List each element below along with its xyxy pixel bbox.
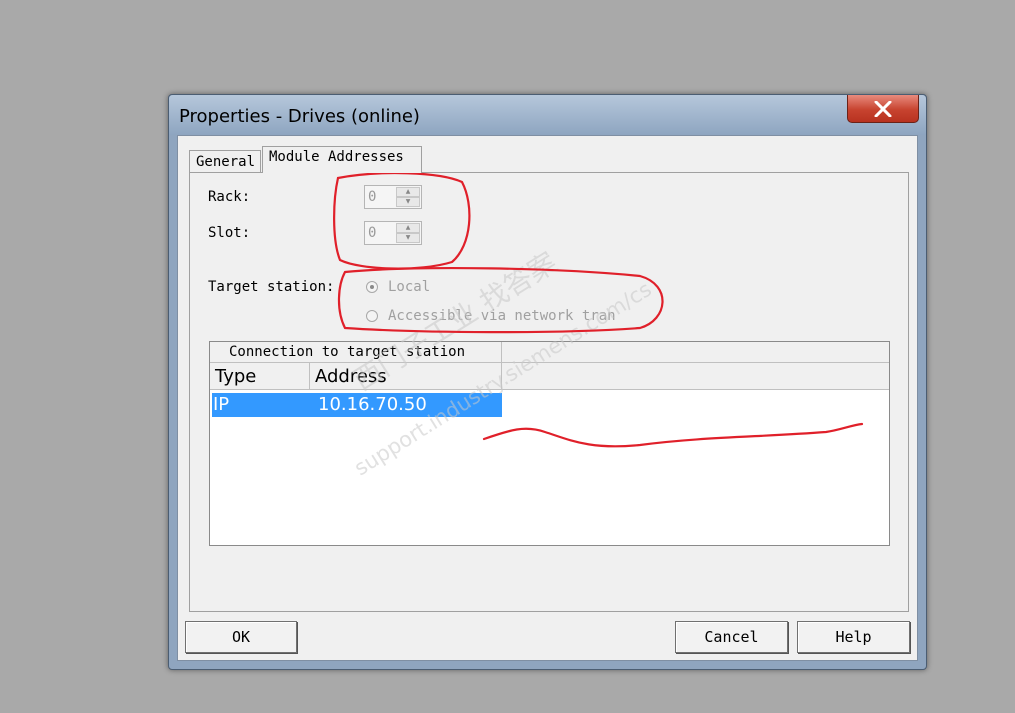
title-bar[interactable]: Properties - Drives (online) — [169, 95, 926, 135]
slot-down-arrow-icon[interactable]: ▼ — [396, 233, 420, 243]
rack-label: Rack: — [208, 189, 251, 205]
tab-general[interactable]: General — [189, 150, 261, 172]
dialog-client-area: General Module Addresses Rack: 0 ▲ ▼ Slo… — [177, 135, 918, 661]
column-header-type[interactable]: Type — [210, 363, 310, 390]
close-button[interactable] — [847, 95, 919, 123]
slot-label: Slot: — [208, 225, 251, 241]
rack-down-arrow-icon[interactable]: ▼ — [396, 197, 420, 207]
tab-module-addresses-label: Module Addresses — [269, 149, 404, 165]
column-header-address[interactable]: Address — [310, 363, 502, 390]
radio-accessible-label: Accessible via network tran — [388, 308, 616, 324]
tab-module-addresses[interactable]: Module Addresses — [262, 146, 422, 173]
radio-unselected-icon — [366, 310, 378, 322]
rack-spinner[interactable]: 0 ▲ ▼ — [364, 185, 422, 209]
radio-local-label: Local — [388, 279, 431, 295]
cancel-button[interactable]: Cancel — [675, 621, 788, 653]
slot-up-arrow-icon[interactable]: ▲ — [396, 223, 420, 233]
row-address-cell: 10.16.70.50 — [318, 394, 427, 415]
rack-up-arrow-icon[interactable]: ▲ — [396, 187, 420, 197]
ok-button[interactable]: OK — [185, 621, 297, 653]
slot-value: 0 — [368, 225, 377, 241]
slot-spinner[interactable]: 0 ▲ ▼ — [364, 221, 422, 245]
close-icon — [874, 101, 892, 117]
connection-group-header-filler — [502, 342, 889, 363]
rack-value: 0 — [368, 189, 377, 205]
target-station-label: Target station: — [208, 279, 335, 295]
tab-panel-module-addresses: Rack: 0 ▲ ▼ Slot: 0 ▲ ▼ Target station: … — [189, 172, 909, 612]
help-button[interactable]: Help — [797, 621, 910, 653]
window-title: Properties - Drives (online) — [179, 106, 420, 127]
properties-dialog: Properties - Drives (online) General Mod… — [168, 94, 927, 670]
radio-selected-icon — [366, 281, 378, 293]
column-header-filler — [502, 363, 889, 390]
table-row[interactable]: IP 10.16.70.50 — [212, 393, 502, 417]
row-type-cell: IP — [213, 394, 230, 415]
connection-group-header: Connection to target station — [210, 342, 502, 363]
connection-table: Connection to target station Type Addres… — [209, 341, 890, 546]
tab-general-label: General — [196, 154, 256, 170]
